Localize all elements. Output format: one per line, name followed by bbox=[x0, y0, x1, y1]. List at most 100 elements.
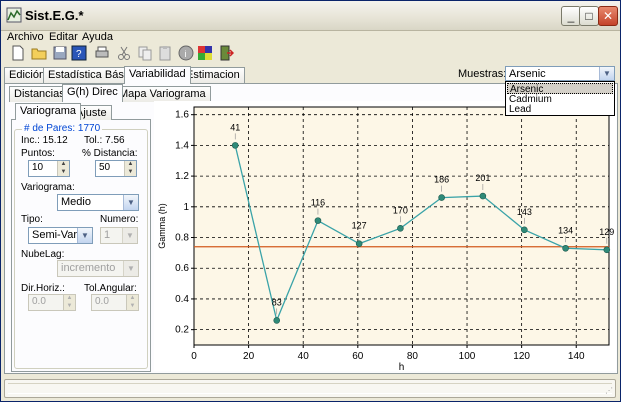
title-bar[interactable]: Sist.E.G.* _ □ ✕ bbox=[1, 1, 620, 31]
menu-archivo[interactable]: Archivo bbox=[7, 31, 44, 43]
dirhoriz-value: 0.0 bbox=[32, 296, 46, 307]
tab-variograma-label: Variograma bbox=[20, 105, 77, 117]
data-point bbox=[521, 226, 528, 234]
tab-estimacion-label: Estimacion bbox=[186, 69, 240, 81]
tab-gh-direc[interactable]: G(h) Direc bbox=[62, 84, 123, 102]
chevron-down-icon[interactable]: ▼ bbox=[599, 67, 614, 80]
distancia-stepper[interactable]: 50 ▲ ▼ bbox=[95, 160, 137, 177]
close-button[interactable]: ✕ bbox=[598, 6, 618, 26]
chevron-down-icon[interactable]: ▼ bbox=[122, 228, 137, 243]
tipo-label: Tipo: bbox=[21, 214, 43, 225]
x-tick-label: 40 bbox=[298, 351, 310, 362]
svg-text:?: ? bbox=[76, 49, 82, 60]
puntos-stepper-buttons[interactable]: ▲ ▼ bbox=[57, 161, 69, 176]
y-tick-label: 1.4 bbox=[175, 140, 189, 151]
data-label: 170 bbox=[393, 205, 408, 215]
muestras-option-arsenic[interactable]: Arsenic bbox=[507, 83, 613, 95]
nubelag-selected-value: incremento bbox=[61, 262, 116, 274]
tab-distancias-label: Distancias bbox=[14, 88, 65, 100]
x-tick-label: 120 bbox=[513, 351, 530, 362]
chevron-down-icon[interactable]: ▼ bbox=[123, 261, 138, 276]
paste-icon[interactable] bbox=[157, 45, 173, 61]
tipo-select[interactable]: Semi-Variog ▼ bbox=[28, 227, 93, 244]
save-icon[interactable] bbox=[52, 45, 68, 61]
muestras-dropdown-list[interactable]: Arsenic Cadmium Lead bbox=[505, 81, 615, 116]
nubelag-select[interactable]: incremento ▼ bbox=[57, 260, 139, 277]
distancia-label: % Distancia: bbox=[82, 148, 138, 159]
tolangular-stepper-buttons[interactable]: ▲ ▼ bbox=[126, 295, 138, 310]
maximize-icon: □ bbox=[585, 9, 593, 23]
print-icon[interactable] bbox=[94, 45, 110, 61]
spin-up-icon[interactable]: ▲ bbox=[125, 161, 136, 169]
help-icon[interactable]: ? bbox=[71, 45, 87, 61]
svg-text:i: i bbox=[185, 49, 187, 59]
tolangular-value: 0.0 bbox=[95, 296, 109, 307]
dirhoriz-label: Dir.Horiz.: bbox=[21, 283, 65, 294]
numero-select[interactable]: 1 ▼ bbox=[100, 227, 138, 244]
distancia-stepper-buttons[interactable]: ▲ ▼ bbox=[124, 161, 136, 176]
tab-variabilidad[interactable]: Variabilidad bbox=[124, 66, 191, 84]
dirhoriz-stepper-buttons[interactable]: ▲ ▼ bbox=[63, 295, 75, 310]
puntos-stepper[interactable]: 10 ▲ ▼ bbox=[28, 160, 70, 177]
variograma-label: Variograma: bbox=[21, 182, 75, 193]
menu-ayuda[interactable]: Ayuda bbox=[82, 31, 113, 43]
tolangular-stepper[interactable]: 0.0 ▲ ▼ bbox=[91, 294, 139, 311]
copy-icon[interactable] bbox=[137, 45, 153, 61]
x-tick-label: 60 bbox=[352, 351, 364, 362]
info-icon[interactable]: i bbox=[178, 45, 194, 61]
data-point bbox=[314, 217, 322, 224]
tab-variabilidad-label: Variabilidad bbox=[129, 68, 186, 80]
app-window: Sist.E.G.* _ □ ✕ Archivo Editar Ayuda ? … bbox=[0, 0, 621, 402]
spin-down-icon[interactable]: ▼ bbox=[127, 303, 138, 311]
data-point bbox=[231, 142, 239, 149]
data-point bbox=[479, 192, 487, 200]
spin-down-icon[interactable]: ▼ bbox=[125, 169, 136, 177]
spin-up-icon[interactable]: ▲ bbox=[58, 161, 69, 169]
spin-down-icon[interactable]: ▼ bbox=[58, 169, 69, 177]
tab-variograma[interactable]: Variograma bbox=[15, 103, 82, 120]
inc-value: Inc.: 15.12 bbox=[21, 135, 68, 146]
data-point bbox=[562, 244, 569, 252]
exit-icon[interactable] bbox=[218, 45, 234, 61]
y-tick-label: 0.2 bbox=[175, 325, 189, 336]
y-tick-label: 1.6 bbox=[175, 110, 189, 121]
chevron-down-icon[interactable]: ▼ bbox=[77, 228, 92, 243]
close-icon: ✕ bbox=[602, 9, 614, 23]
data-point bbox=[273, 317, 281, 324]
distancia-value: 50 bbox=[99, 162, 111, 173]
x-tick-label: 20 bbox=[243, 351, 255, 362]
muestras-select[interactable]: Arsenic ▼ bbox=[505, 66, 615, 81]
muestras-option-lead[interactable]: Lead bbox=[507, 104, 613, 115]
x-tick-label: 0 bbox=[191, 351, 197, 362]
x-axis-label: h bbox=[399, 362, 405, 371]
minimize-button[interactable]: _ bbox=[561, 6, 581, 26]
data-label: 127 bbox=[352, 221, 367, 231]
tolangular-label: Tol.Angular: bbox=[84, 283, 137, 294]
tab-distancias[interactable]: Distancias bbox=[9, 86, 70, 102]
toolbar: ? i bbox=[1, 43, 620, 63]
muestras-selected-value: Arsenic bbox=[509, 68, 546, 80]
chevron-down-icon[interactable]: ▼ bbox=[123, 195, 138, 210]
app-logo-icon bbox=[6, 7, 22, 23]
status-panel bbox=[8, 383, 612, 394]
dirhoriz-stepper[interactable]: 0.0 ▲ ▼ bbox=[28, 294, 76, 311]
tab-mapa-variograma[interactable]: Mapa Variograma bbox=[114, 86, 211, 102]
maximize-button[interactable]: □ bbox=[579, 6, 599, 26]
cut-icon[interactable] bbox=[116, 45, 132, 61]
variograma-select[interactable]: Medio ▼ bbox=[57, 194, 139, 211]
spin-down-icon[interactable]: ▼ bbox=[64, 303, 75, 311]
data-point bbox=[438, 194, 445, 201]
menu-editar[interactable]: Editar bbox=[49, 31, 78, 43]
tab-gh-direc-label: G(h) Direc bbox=[67, 86, 118, 98]
data-label: 201 bbox=[475, 173, 490, 183]
spin-up-icon[interactable]: ▲ bbox=[64, 295, 75, 303]
resize-grip-icon[interactable]: ⋰ bbox=[605, 386, 613, 395]
tab-mapa-variograma-label: Mapa Variograma bbox=[119, 88, 206, 100]
open-folder-icon[interactable] bbox=[31, 45, 47, 61]
y-tick-label: 0.6 bbox=[175, 263, 189, 274]
spin-up-icon[interactable]: ▲ bbox=[127, 295, 138, 303]
grid-icon[interactable] bbox=[197, 45, 213, 61]
y-tick-label: 0.4 bbox=[175, 294, 189, 305]
new-file-icon[interactable] bbox=[10, 45, 26, 61]
variogram-chart: 0 20 40 60 80 100 120 140 0.2 0.4 0.6 0.8 1 1.2 1.4 1.6… bbox=[154, 101, 616, 373]
